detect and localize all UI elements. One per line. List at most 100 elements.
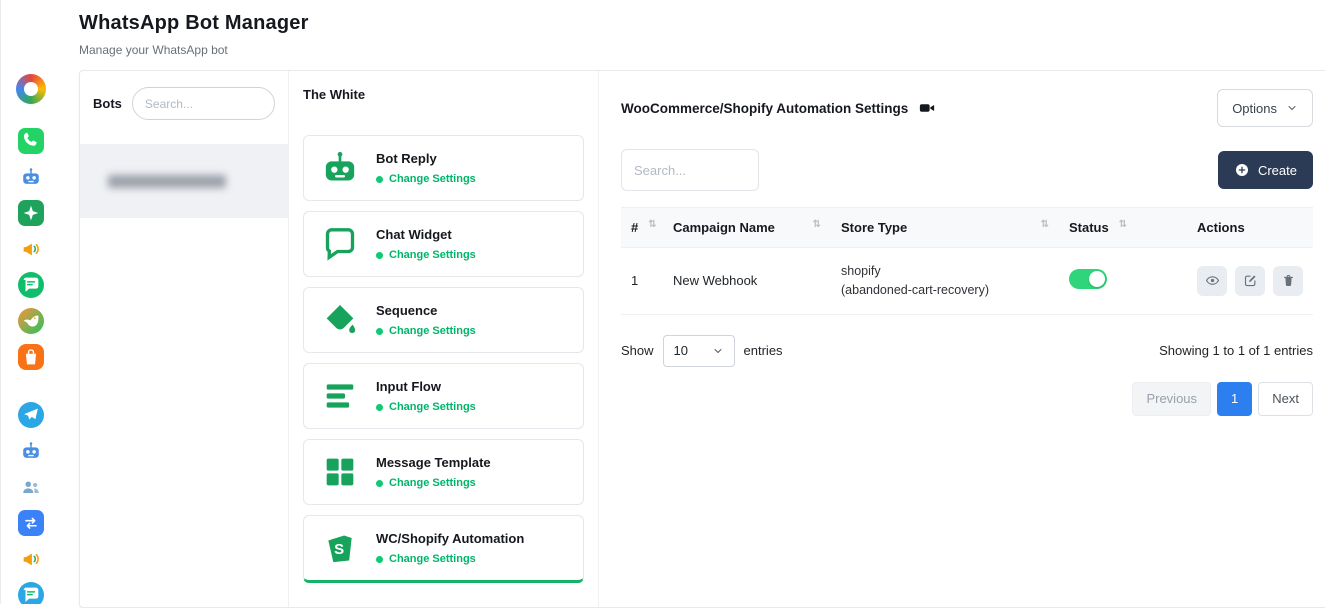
app-logo-icon[interactable]: [16, 74, 46, 104]
col-header-store-type[interactable]: Store Type: [841, 220, 907, 235]
messenger-chat-icon[interactable]: [18, 272, 44, 298]
whatsapp-icon[interactable]: [18, 128, 44, 154]
feature-card-chat-widget[interactable]: Chat Widget Change Settings: [303, 211, 584, 277]
col-header-num[interactable]: #: [631, 220, 638, 235]
bots-panel-title: Bots: [93, 96, 122, 111]
next-page-button[interactable]: Next: [1258, 382, 1313, 416]
automation-title: WooCommerce/Shopify Automation Settings: [621, 101, 908, 116]
main-content: WhatsApp Bot Manager Manage your WhatsAp…: [61, 0, 1325, 604]
contacts-group-icon[interactable]: [18, 474, 44, 500]
bot-features-panel: The White Bot Reply Change Settings: [289, 71, 599, 607]
status-dot: [376, 480, 383, 487]
row-number: 1: [621, 259, 663, 302]
message-template-grid-icon: [318, 451, 362, 493]
sort-icon[interactable]: ⇅: [809, 220, 821, 230]
previous-page-button[interactable]: Previous: [1132, 382, 1211, 416]
table-search-input[interactable]: [621, 149, 759, 191]
per-page-select[interactable]: 10: [663, 335, 735, 367]
store-type-line2: (abandoned-cart-recovery): [841, 281, 1049, 300]
chat-icon-partial[interactable]: [18, 582, 44, 604]
bots-panel: Bots: [80, 71, 289, 607]
feature-card-message-template[interactable]: Message Template Change Settings: [303, 439, 584, 505]
sort-icon[interactable]: ⇅: [644, 220, 656, 230]
page-title: WhatsApp Bot Manager: [79, 12, 1325, 35]
row-actions: [1187, 266, 1313, 296]
entries-label: entries: [744, 343, 783, 358]
sort-icon[interactable]: ⇅: [1115, 220, 1127, 230]
video-camera-icon[interactable]: [918, 99, 936, 117]
view-button[interactable]: [1197, 266, 1227, 296]
status-toggle[interactable]: [1069, 269, 1107, 289]
change-settings-link[interactable]: Change Settings: [389, 173, 476, 185]
status-dot: [376, 328, 383, 335]
bots-search-input[interactable]: [132, 87, 275, 120]
create-button-label: Create: [1258, 163, 1297, 178]
options-button-label: Options: [1232, 101, 1277, 116]
bird-icon[interactable]: [18, 308, 44, 334]
page-1-button[interactable]: 1: [1217, 382, 1252, 416]
edit-button[interactable]: [1235, 266, 1265, 296]
change-settings-link[interactable]: Change Settings: [389, 477, 476, 489]
delete-button[interactable]: [1273, 266, 1303, 296]
shopify-bag-icon: [318, 527, 362, 569]
col-header-campaign[interactable]: Campaign Name: [673, 220, 775, 235]
change-settings-link[interactable]: Change Settings: [389, 553, 476, 565]
table-row: 1 New Webhook shopify (abandoned-cart-re…: [621, 248, 1313, 315]
feature-card-bot-reply[interactable]: Bot Reply Change Settings: [303, 135, 584, 201]
col-header-status[interactable]: Status: [1069, 220, 1109, 235]
shopping-bag-icon[interactable]: [18, 344, 44, 370]
bot-list-item-selected[interactable]: [80, 144, 288, 218]
show-label: Show: [621, 343, 654, 358]
chevron-down-icon: [1286, 102, 1298, 114]
status-dot: [376, 404, 383, 411]
feature-label: Input Flow: [376, 379, 476, 394]
automation-settings-panel: WooCommerce/Shopify Automation Settings …: [599, 71, 1325, 607]
robot-bot-icon-2[interactable]: [18, 438, 44, 464]
robot-bot-icon[interactable]: [18, 164, 44, 190]
bot-name-blurred: [108, 175, 226, 188]
feature-label: Chat Widget: [376, 227, 476, 242]
feature-card-input-flow[interactable]: Input Flow Change Settings: [303, 363, 584, 429]
input-flow-bars-icon: [318, 375, 362, 417]
options-button[interactable]: Options: [1217, 89, 1313, 127]
automation-spark-icon[interactable]: [18, 200, 44, 226]
megaphone-icon-2[interactable]: [18, 546, 44, 572]
megaphone-icon[interactable]: [18, 236, 44, 262]
pagination: Previous 1 Next: [621, 382, 1313, 416]
app-icon-sidebar: [1, 0, 61, 604]
change-settings-link[interactable]: Change Settings: [389, 325, 476, 337]
plus-circle-icon: [1234, 162, 1250, 178]
feature-list: Bot Reply Change Settings Chat Widget Ch…: [303, 135, 584, 583]
feature-label: Bot Reply: [376, 151, 476, 166]
table-header-row: # ⇅ Campaign Name ⇅ Store Type ⇅ Status ⇅ Ac…: [621, 207, 1313, 248]
status-dot: [376, 556, 383, 563]
chevron-down-icon: [712, 345, 724, 357]
chat-widget-bubble-icon: [318, 223, 362, 265]
per-page-value: 10: [674, 343, 688, 358]
bot-reply-robot-icon: [318, 147, 362, 189]
sequence-bucket-icon: [318, 299, 362, 341]
feature-label: WC/Shopify Automation: [376, 531, 524, 546]
feature-label: Message Template: [376, 455, 491, 470]
feature-label: Sequence: [376, 303, 476, 318]
telegram-icon[interactable]: [18, 402, 44, 428]
create-button[interactable]: Create: [1218, 151, 1313, 189]
status-dot: [376, 176, 383, 183]
store-type-cell: shopify (abandoned-cart-recovery): [831, 248, 1059, 314]
change-settings-link[interactable]: Change Settings: [389, 249, 476, 261]
campaign-name-cell: New Webhook: [663, 259, 831, 302]
bot-manager-card: Bots The White Bot Reply Chan: [79, 70, 1325, 608]
automation-table: # ⇅ Campaign Name ⇅ Store Type ⇅ Status ⇅ Ac…: [621, 207, 1313, 315]
feature-card-sequence[interactable]: Sequence Change Settings: [303, 287, 584, 353]
status-dot: [376, 252, 383, 259]
store-type-line1: shopify: [841, 262, 1049, 281]
trash-icon: [1281, 273, 1296, 288]
selected-bot-name: The White: [303, 87, 584, 102]
feature-card-wc-shopify-automation[interactable]: WC/Shopify Automation Change Settings: [303, 515, 584, 583]
eye-icon: [1205, 273, 1220, 288]
sort-icon[interactable]: ⇅: [1037, 220, 1049, 230]
app-root: WhatsApp Bot Manager Manage your WhatsAp…: [0, 0, 1325, 604]
change-settings-link[interactable]: Change Settings: [389, 401, 476, 413]
chat-transfer-icon[interactable]: [18, 510, 44, 536]
col-header-actions: Actions: [1197, 220, 1245, 235]
